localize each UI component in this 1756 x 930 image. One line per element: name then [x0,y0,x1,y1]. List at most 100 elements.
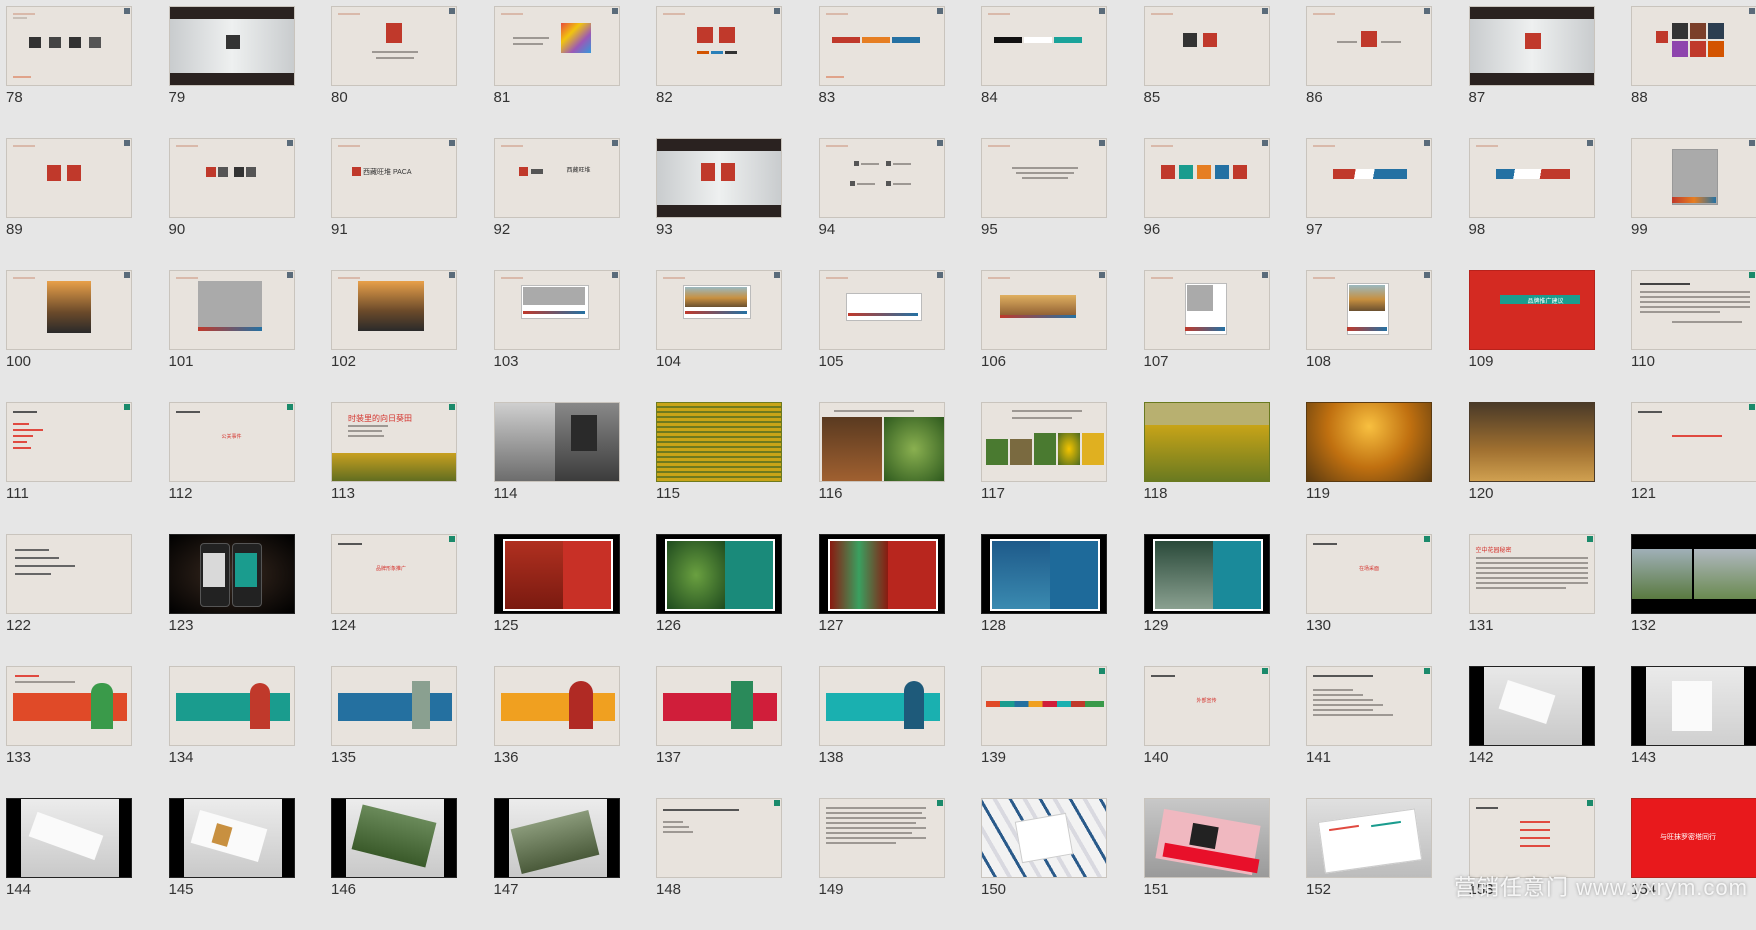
slide-114[interactable]: 114 [493,402,620,534]
slide-120[interactable]: 120 [1468,402,1595,534]
slide-thumbnail[interactable] [1468,138,1595,218]
slide-thumbnail[interactable] [818,534,945,614]
slide-110[interactable]: 110 [1631,270,1756,402]
slide-thumbnail[interactable] [981,666,1107,746]
slide-139[interactable]: 139 [981,666,1107,798]
slide-thumbnail[interactable] [656,138,782,218]
slide-97[interactable]: 97 [1306,138,1432,270]
slide-thumbnail[interactable] [168,534,295,614]
slide-145[interactable]: 145 [168,798,295,930]
slide-thumbnail[interactable] [6,798,132,878]
slide-thumbnail[interactable] [168,270,295,350]
slide-thumbnail[interactable] [6,138,132,218]
slide-thumbnail[interactable] [6,666,132,746]
slide-thumbnail[interactable] [656,534,782,614]
slide-thumbnail[interactable] [1143,402,1270,482]
slide-thumbnail[interactable] [1631,534,1756,614]
slide-thumbnail[interactable] [1143,798,1270,878]
slide-thumbnail[interactable] [656,666,782,746]
slide-118[interactable]: 118 [1143,402,1270,534]
slide-79[interactable]: 79 [168,6,295,138]
slide-149[interactable]: 149 [818,798,945,930]
slide-thumbnail[interactable] [1306,402,1432,482]
slide-thumbnail[interactable] [981,534,1107,614]
slide-thumbnail[interactable] [1631,6,1756,86]
slide-thumbnail[interactable] [656,270,782,350]
slide-105[interactable]: 105 [818,270,945,402]
slide-121[interactable]: 121 [1631,402,1756,534]
slide-102[interactable]: 102 [331,270,457,402]
slide-thumbnail[interactable] [493,798,620,878]
slide-129[interactable]: 129 [1143,534,1270,666]
slide-104[interactable]: 104 [656,270,782,402]
slide-thumbnail[interactable] [981,270,1107,350]
slide-119[interactable]: 119 [1306,402,1432,534]
slide-143[interactable]: 143 [1631,666,1756,798]
slide-thumbnail[interactable] [6,6,132,86]
slide-84[interactable]: 84 [981,6,1107,138]
slide-91[interactable]: 西藏旺堆 PACA 91 [331,138,457,270]
slide-144[interactable]: 144 [6,798,132,930]
slide-thumbnail[interactable]: 外部宣传 [1143,666,1270,746]
slide-thumbnail[interactable]: 品牌形象推广 [331,534,457,614]
slide-thumbnail[interactable]: 在场采面 [1306,534,1432,614]
slide-thumbnail[interactable] [656,798,782,878]
slide-136[interactable]: 136 [493,666,620,798]
slide-thumbnail[interactable] [1306,666,1432,746]
slide-thumbnail[interactable] [1631,138,1756,218]
slide-101[interactable]: 101 [168,270,295,402]
slide-thumbnail[interactable] [1468,6,1595,86]
slide-thumbnail[interactable] [1631,402,1756,482]
slide-thumbnail[interactable] [493,402,620,482]
slide-100[interactable]: 100 [6,270,132,402]
slide-thumbnail[interactable]: 公关事件 [168,402,295,482]
slide-thumbnail[interactable] [818,270,945,350]
slide-93[interactable]: 93 [656,138,782,270]
slide-108[interactable]: 108 [1306,270,1432,402]
slide-154[interactable]: 与旺抹罗密塔同行 154 [1631,798,1756,930]
slide-thumbnail[interactable] [981,402,1107,482]
slide-107[interactable]: 107 [1143,270,1270,402]
slide-113[interactable]: 时装里的向日葵田 113 [331,402,457,534]
slide-130[interactable]: 在场采面 130 [1306,534,1432,666]
slide-112[interactable]: 公关事件 112 [168,402,295,534]
slide-92[interactable]: 西藏旺堆 92 [493,138,620,270]
slide-122[interactable]: 122 [6,534,132,666]
slide-thumbnail[interactable] [818,402,945,482]
slide-thumbnail[interactable]: 与旺抹罗密塔同行 [1631,798,1756,878]
slide-116[interactable]: 116 [818,402,945,534]
slide-126[interactable]: 126 [656,534,782,666]
slide-98[interactable]: 98 [1468,138,1595,270]
slide-89[interactable]: 89 [6,138,132,270]
slide-thumbnail[interactable] [818,6,945,86]
slide-thumbnail[interactable] [1468,666,1595,746]
slide-thumbnail[interactable] [331,6,457,86]
slide-152[interactable]: 152 [1306,798,1432,930]
slide-thumbnail[interactable] [168,798,295,878]
slide-86[interactable]: 86 [1306,6,1432,138]
slide-82[interactable]: 82 [656,6,782,138]
slide-thumbnail[interactable]: 空中花园秘密 [1468,534,1595,614]
slide-141[interactable]: 141 [1306,666,1432,798]
slide-135[interactable]: 135 [331,666,457,798]
slide-thumbnail[interactable] [818,138,945,218]
slide-thumbnail[interactable] [1143,138,1270,218]
slide-90[interactable]: 90 [168,138,295,270]
slide-thumbnail[interactable] [1306,798,1432,878]
slide-thumbnail[interactable]: 西藏旺堆 [493,138,620,218]
slide-thumbnail[interactable]: 西藏旺堆 PACA [331,138,457,218]
slide-99[interactable]: 99 [1631,138,1756,270]
slide-142[interactable]: 142 [1468,666,1595,798]
slide-81[interactable]: 81 [493,6,620,138]
slide-thumbnail[interactable] [656,6,782,86]
slide-117[interactable]: 117 [981,402,1107,534]
slide-thumbnail[interactable] [1306,270,1432,350]
slide-88[interactable]: 88 [1631,6,1756,138]
slide-78[interactable]: 78 [6,6,132,138]
slide-thumbnail[interactable] [981,138,1107,218]
slide-134[interactable]: 134 [168,666,295,798]
slide-140[interactable]: 外部宣传 140 [1143,666,1270,798]
slide-thumbnail[interactable]: 时装里的向日葵田 [331,402,457,482]
slide-137[interactable]: 137 [656,666,782,798]
slide-148[interactable]: 148 [656,798,782,930]
